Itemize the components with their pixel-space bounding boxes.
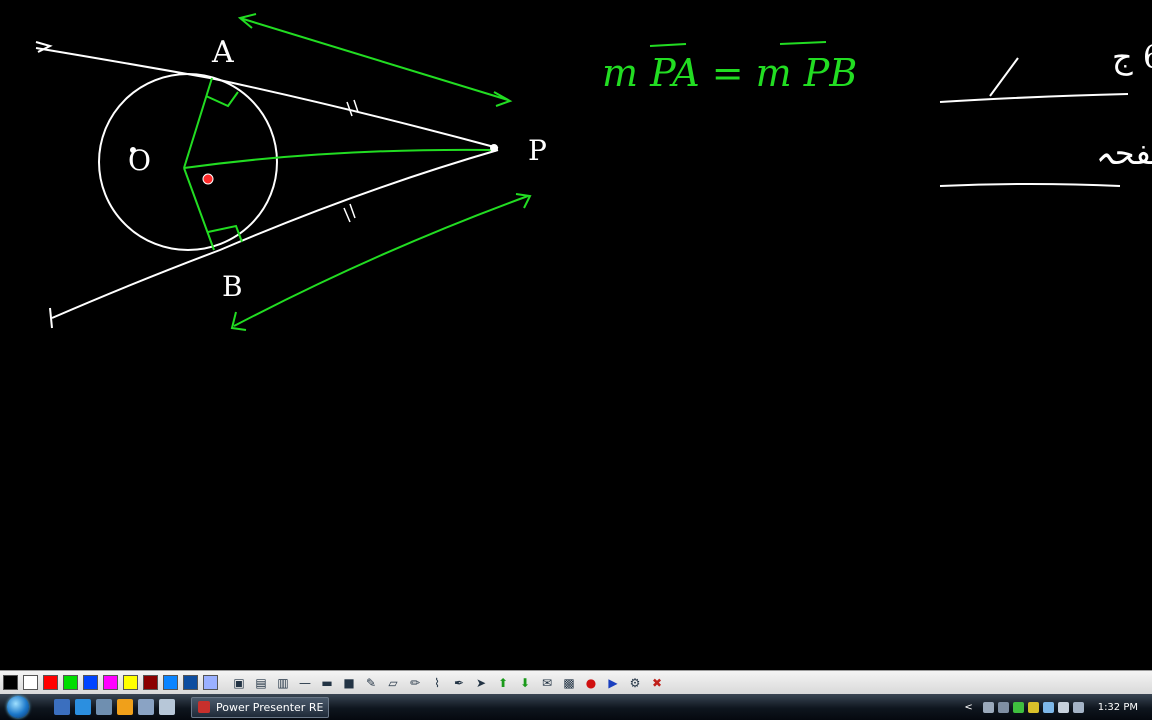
equation-text: m PA = m PB xyxy=(602,51,857,95)
tool-group: ▣ ▤ ▥ — ▬ ■ ✎ ▱ ✏ ⌇ ✒ ➤ ⬆ ⬇ ✉ ▩ ● ▶ ⚙ ✖ xyxy=(230,674,666,692)
label-b: B xyxy=(222,270,243,303)
color-swatch-8[interactable] xyxy=(143,675,158,690)
note-underline-2 xyxy=(939,183,1121,187)
monitor-icon[interactable]: ▣ xyxy=(230,674,248,692)
color-palette xyxy=(3,675,218,690)
app-quicklaunch-icon[interactable] xyxy=(138,699,154,715)
taskbar-item-label: Power Presenter RE xyxy=(216,700,324,714)
pointer-icon[interactable]: ➤ xyxy=(472,674,490,692)
device-icon[interactable] xyxy=(997,701,1009,713)
system-tray: < 1:32 PM xyxy=(964,694,1152,720)
arrow-down-icon[interactable]: ⬇ xyxy=(516,674,534,692)
color-swatch-3[interactable] xyxy=(43,675,58,690)
label-a: A xyxy=(211,35,234,70)
outlook-icon[interactable] xyxy=(117,699,133,715)
settings-icon[interactable]: ⚙ xyxy=(626,674,644,692)
note-strike xyxy=(989,57,1019,97)
windows-orb-icon xyxy=(7,696,29,718)
start-button[interactable] xyxy=(0,694,34,720)
speaker-icon[interactable] xyxy=(1057,701,1069,713)
laser-pointer xyxy=(202,173,214,185)
circle xyxy=(98,73,278,251)
color-swatch-10[interactable] xyxy=(183,675,198,690)
label-p: P xyxy=(528,134,547,167)
overline-pb xyxy=(779,41,827,45)
display-icon[interactable]: ▤ xyxy=(252,674,270,692)
color-swatch-11[interactable] xyxy=(203,675,218,690)
arrowhead-bottom-right xyxy=(515,193,532,209)
double-arrow-top xyxy=(239,17,509,101)
medium-line-icon[interactable]: ▬ xyxy=(318,674,336,692)
network-icon[interactable] xyxy=(1042,701,1054,713)
highlighter-icon[interactable]: ✎ xyxy=(362,674,380,692)
safely-remove-icon[interactable] xyxy=(982,701,994,713)
tick-mark-pb xyxy=(343,203,356,223)
right-angle-b xyxy=(207,224,243,243)
marker-icon[interactable]: ✒ xyxy=(450,674,468,692)
clear-icon[interactable]: ✉ xyxy=(538,674,556,692)
color-swatch-2[interactable] xyxy=(23,675,38,690)
show-desktop-icon[interactable] xyxy=(54,699,70,715)
taskbar-item-power-presenter[interactable]: Power Presenter RE xyxy=(191,696,329,718)
pen-icon[interactable]: ✏ xyxy=(406,674,424,692)
arrow-tip-left-bottom xyxy=(49,307,53,329)
battery-icon[interactable] xyxy=(1012,701,1024,713)
overline-pa xyxy=(649,43,687,47)
save-icon[interactable]: ▩ xyxy=(560,674,578,692)
note-line-2: 181 صفحہ xyxy=(1096,134,1152,172)
tick-mark-pa xyxy=(346,99,359,117)
internet-explorer-icon[interactable] xyxy=(75,699,91,715)
color-swatch-6[interactable] xyxy=(103,675,118,690)
point-p-dot xyxy=(490,144,498,152)
color-swatch-9[interactable] xyxy=(163,675,178,690)
right-angle-a xyxy=(205,91,239,108)
color-swatch-1[interactable] xyxy=(3,675,18,690)
presenter-toolbar: ▣ ▤ ▥ — ▬ ■ ✎ ▱ ✏ ⌇ ✒ ➤ ⬆ ⬇ ✉ ▩ ● ▶ ⚙ ✖ xyxy=(0,670,1152,694)
arrow-up-icon[interactable]: ⬆ xyxy=(494,674,512,692)
record-icon[interactable]: ● xyxy=(582,674,600,692)
power-presenter-icon xyxy=(198,701,210,713)
tray-expand-chevron-icon[interactable]: < xyxy=(964,702,972,713)
thick-line-icon[interactable]: ■ xyxy=(340,674,358,692)
note-line-1: مسئلہ 6 ج xyxy=(1112,38,1152,76)
label-center: O xyxy=(128,144,151,177)
radius-oa xyxy=(183,77,213,169)
color-swatch-7[interactable] xyxy=(123,675,138,690)
screen-icon[interactable]: ▥ xyxy=(274,674,292,692)
volume-icon[interactable] xyxy=(1072,701,1084,713)
tangent-line-pa xyxy=(35,47,499,149)
drawing-layer: A B P O m PA = m PB مسئلہ 6 ج 181 صفحہ xyxy=(35,13,1152,331)
eraser-icon[interactable]: ▱ xyxy=(384,674,402,692)
window-switcher-icon[interactable] xyxy=(96,699,112,715)
update-icon[interactable] xyxy=(1027,701,1039,713)
color-swatch-5[interactable] xyxy=(83,675,98,690)
double-arrow-bottom xyxy=(233,195,529,327)
paint-icon[interactable] xyxy=(159,699,175,715)
color-swatch-4[interactable] xyxy=(63,675,78,690)
play-icon[interactable]: ▶ xyxy=(604,674,622,692)
brush-icon[interactable]: ⌇ xyxy=(428,674,446,692)
thin-line-icon[interactable]: — xyxy=(296,674,314,692)
whiteboard-canvas[interactable]: A B P O m PA = m PB مسئلہ 6 ج 181 صفحہ xyxy=(0,0,1152,668)
note-underline-1 xyxy=(939,93,1129,103)
taskbar: Power Presenter RE < 1:32 PM xyxy=(0,694,1152,720)
exit-icon[interactable]: ✖ xyxy=(648,674,666,692)
clock[interactable]: 1:32 PM xyxy=(1098,702,1138,713)
